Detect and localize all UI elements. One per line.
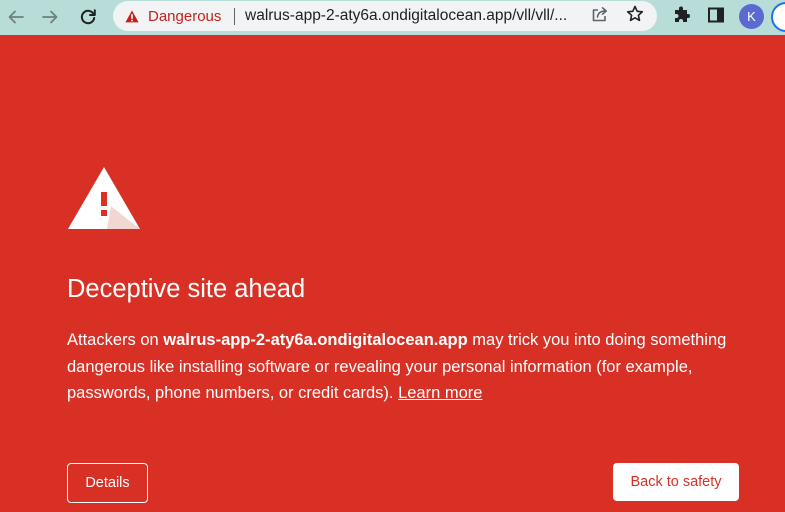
arrow-left-icon	[7, 8, 25, 26]
puzzle-icon	[671, 5, 691, 30]
security-chip[interactable]: Dangerous	[125, 1, 221, 31]
extensions-button[interactable]	[670, 6, 692, 28]
forward-button[interactable]	[37, 4, 63, 30]
url-text[interactable]: walrus-app-2-aty6a.ondigitalocean.app/vl…	[245, 1, 567, 31]
security-label: Dangerous	[148, 7, 222, 25]
reload-icon	[79, 8, 97, 26]
share-icon	[591, 6, 609, 27]
page-title: Deceptive site ahead	[67, 275, 306, 303]
star-icon	[626, 5, 644, 28]
bookmark-button[interactable]	[625, 5, 645, 28]
site-domain: walrus-app-2-aty6a.ondigitalocean.app	[163, 331, 468, 349]
details-button[interactable]: Details	[67, 463, 148, 503]
arrow-right-icon	[41, 8, 59, 26]
back-to-safety-button[interactable]: Back to safety	[613, 463, 739, 501]
profile-menu-button[interactable]	[771, 2, 785, 32]
browser-toolbar: Dangerous walrus-app-2-aty6a.ondigitaloc…	[0, 0, 785, 35]
message-prefix: Attackers on	[67, 331, 164, 349]
profile-avatar[interactable]: K	[739, 4, 764, 29]
address-bar[interactable]: Dangerous walrus-app-2-aty6a.ondigitaloc…	[113, 1, 657, 31]
warning-message: Attackers on walrus-app-2-aty6a.ondigita…	[67, 327, 737, 407]
share-button[interactable]	[590, 6, 610, 27]
side-panel-icon	[707, 6, 725, 29]
interstitial-page: Deceptive site ahead Attackers on walrus…	[0, 35, 785, 512]
warning-triangle-icon	[125, 10, 139, 23]
omnibox-divider	[234, 8, 235, 25]
reload-button[interactable]	[75, 4, 101, 30]
warning-triangle-icon	[67, 166, 141, 230]
profile-initial: K	[747, 9, 756, 24]
back-button[interactable]	[3, 4, 29, 30]
learn-more-link[interactable]: Learn more	[398, 384, 482, 402]
side-panel-button[interactable]	[705, 6, 727, 28]
